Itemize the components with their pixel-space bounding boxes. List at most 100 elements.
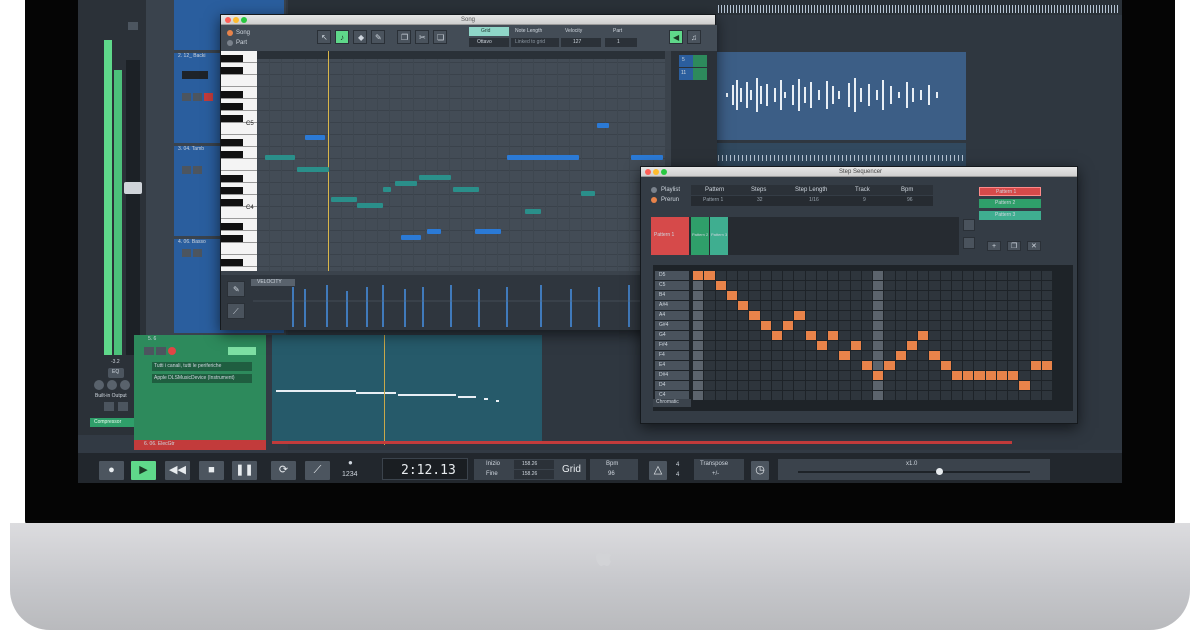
step-cell[interactable]: [771, 321, 782, 330]
step-cell[interactable]: [771, 311, 782, 320]
step-cell[interactable]: [963, 391, 974, 400]
step-cell[interactable]: [693, 361, 704, 370]
step-cell[interactable]: [704, 331, 715, 340]
step-cell[interactable]: [918, 351, 929, 360]
mode-song-radio[interactable]: [227, 30, 233, 36]
step-cell[interactable]: [783, 291, 794, 300]
zoom-button[interactable]: [241, 17, 247, 23]
step-cell[interactable]: [693, 281, 704, 290]
step-cell[interactable]: [951, 361, 962, 370]
step-cell[interactable]: [1030, 381, 1041, 390]
step-cell[interactable]: [929, 291, 940, 300]
zoom-slider[interactable]: [798, 471, 1030, 473]
step-active[interactable]: [996, 371, 1007, 380]
step-cell[interactable]: [1008, 331, 1019, 340]
step-cell[interactable]: [760, 291, 771, 300]
step-cell[interactable]: [974, 391, 985, 400]
step-cell[interactable]: [1008, 271, 1019, 280]
step-cell[interactable]: [1019, 281, 1030, 290]
step-cell[interactable]: [1030, 331, 1041, 340]
step-cell[interactable]: [828, 371, 839, 380]
step-cell[interactable]: [974, 301, 985, 310]
step-cell[interactable]: [715, 331, 726, 340]
step-cell[interactable]: [738, 321, 749, 330]
step-cell[interactable]: [693, 381, 704, 390]
step-cell[interactable]: [974, 281, 985, 290]
step-cell[interactable]: [828, 271, 839, 280]
step-cell[interactable]: [906, 381, 917, 390]
step-cell[interactable]: [816, 381, 827, 390]
step-cell[interactable]: [816, 301, 827, 310]
instrument-selector[interactable]: Apple DLSMusicDevice (Instrument): [152, 374, 252, 383]
piano-keyboard[interactable]: C5 C4: [221, 51, 257, 271]
step-active[interactable]: [1041, 361, 1052, 370]
step-cell[interactable]: [805, 391, 816, 400]
step-cell[interactable]: [963, 281, 974, 290]
volume-fader-knob[interactable]: [124, 182, 142, 194]
step-cell[interactable]: [918, 281, 929, 290]
step-active[interactable]: [850, 341, 861, 350]
midi-note[interactable]: [401, 235, 421, 240]
instrument-solo-button[interactable]: [156, 347, 166, 355]
step-cell[interactable]: [963, 341, 974, 350]
clock-icon[interactable]: ◷: [750, 460, 770, 481]
step-cell[interactable]: [895, 311, 906, 320]
step-cell[interactable]: [749, 371, 760, 380]
step-cell[interactable]: [749, 321, 760, 330]
step-cell[interactable]: [985, 301, 996, 310]
step-cell[interactable]: [693, 351, 704, 360]
step-cell[interactable]: [1041, 381, 1052, 390]
step-cell[interactable]: [839, 331, 850, 340]
step-cell[interactable]: [715, 291, 726, 300]
step-cell[interactable]: [1008, 381, 1019, 390]
midi-note[interactable]: [331, 197, 357, 202]
step-cell[interactable]: [816, 371, 827, 380]
grid-select[interactable]: Ottavo: [469, 38, 509, 47]
step-cell[interactable]: [749, 281, 760, 290]
midi-note[interactable]: [475, 229, 501, 234]
step-cell[interactable]: [693, 321, 704, 330]
record-button[interactable]: [118, 402, 128, 411]
step-cell[interactable]: [704, 341, 715, 350]
pointer-tool[interactable]: ↖: [317, 30, 331, 44]
step-cell[interactable]: [816, 331, 827, 340]
step-cell[interactable]: [726, 371, 737, 380]
step-cell[interactable]: [906, 371, 917, 380]
step-cell[interactable]: [794, 391, 805, 400]
step-cell[interactable]: [974, 381, 985, 390]
step-cell[interactable]: [861, 391, 872, 400]
velocity-input[interactable]: 127: [561, 38, 601, 47]
step-cell[interactable]: [805, 301, 816, 310]
step-cell[interactable]: [940, 331, 951, 340]
count-in-button[interactable]: ● 1234: [340, 458, 368, 482]
pencil-tool[interactable]: ♪: [335, 30, 349, 44]
step-cell[interactable]: [850, 291, 861, 300]
step-cell[interactable]: [1019, 391, 1030, 400]
step-cell[interactable]: [828, 341, 839, 350]
step-cell[interactable]: [839, 271, 850, 280]
step-cell[interactable]: [951, 281, 962, 290]
step-cell[interactable]: [738, 351, 749, 360]
step-cell[interactable]: [940, 281, 951, 290]
step-active[interactable]: [895, 351, 906, 360]
speaker-toggle-icon[interactable]: ◀: [669, 30, 683, 44]
step-cell[interactable]: [738, 271, 749, 280]
step-cell[interactable]: [1008, 351, 1019, 360]
step-cell[interactable]: [929, 341, 940, 350]
step-cell[interactable]: [940, 311, 951, 320]
paste-tool[interactable]: ❏: [433, 30, 447, 44]
step-cell[interactable]: [1008, 311, 1019, 320]
pattern-list-item-2[interactable]: Pattern 2: [979, 199, 1041, 208]
step-active[interactable]: [839, 351, 850, 360]
step-cell[interactable]: [906, 321, 917, 330]
step-cell[interactable]: [749, 361, 760, 370]
step-cell[interactable]: [738, 331, 749, 340]
step-cell[interactable]: [726, 311, 737, 320]
step-cell[interactable]: [850, 271, 861, 280]
step-cell[interactable]: [996, 381, 1007, 390]
step-cell[interactable]: [715, 271, 726, 280]
step-cell[interactable]: [760, 301, 771, 310]
step-cell[interactable]: [1041, 311, 1052, 320]
step-cell[interactable]: [861, 381, 872, 390]
step-cell[interactable]: [974, 341, 985, 350]
